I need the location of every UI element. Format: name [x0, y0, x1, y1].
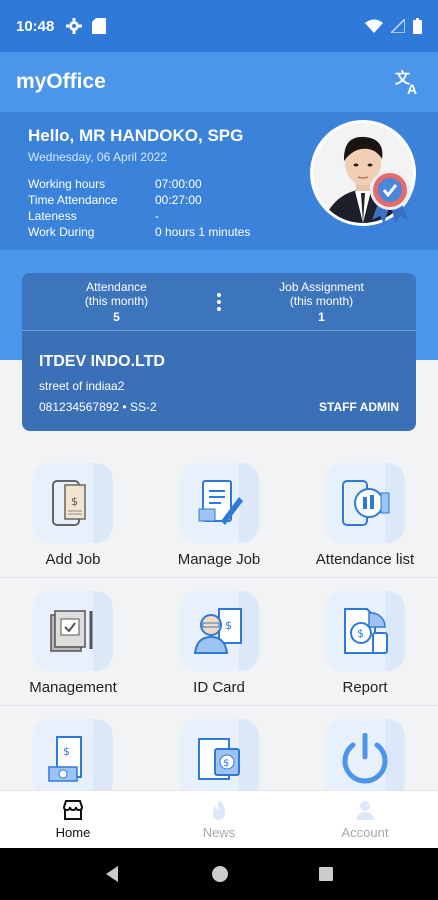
back-icon[interactable] — [104, 865, 122, 883]
svg-text:$: $ — [223, 758, 229, 769]
menu-label: Manage Job — [177, 551, 261, 568]
menu-label: ID Card — [193, 679, 245, 696]
recents-icon[interactable] — [318, 866, 334, 882]
salary-icon: $ — [179, 719, 259, 799]
svg-text:$: $ — [63, 745, 70, 758]
nav-label: Account — [341, 825, 389, 840]
nav-account[interactable]: Account — [292, 791, 438, 848]
more-vert-icon[interactable] — [211, 292, 227, 311]
manage-job-icon — [179, 463, 259, 543]
menu-attendance-list[interactable]: Attendance list — [292, 450, 438, 577]
company-address: street of indiaa2 — [39, 379, 125, 393]
menu-label: Management — [29, 679, 117, 696]
id-card-icon: $ — [179, 591, 259, 671]
menu-report[interactable]: $ Report — [292, 578, 438, 705]
company-card[interactable]: Attendance (this month) 5 Job Assignment… — [22, 273, 416, 431]
info-label: Time Attendance — [28, 193, 118, 207]
person-icon — [356, 801, 374, 820]
info-working-hours: Working hours 07:00:00 — [28, 177, 202, 191]
menu-row: Management $ ID Card $ Report — [0, 578, 438, 706]
info-work-during: Work During 0 hours 1 minutes — [28, 225, 250, 239]
job-count: 1 — [318, 309, 325, 324]
menu-grid: $ Add Job Manage Job Attendance list Man… — [0, 450, 438, 834]
app-title: myOffice — [16, 70, 106, 93]
verified-badge-icon — [370, 170, 410, 224]
nav-news[interactable]: News — [146, 791, 292, 848]
attendance-stat[interactable]: Attendance (this month) 5 — [22, 280, 211, 324]
payslip-icon: $ — [33, 719, 113, 799]
menu-management[interactable]: Management — [0, 578, 146, 705]
svg-text:A: A — [407, 81, 417, 96]
battery-icon — [413, 18, 422, 34]
settings-icon — [66, 18, 83, 34]
info-value: 00:27:00 — [155, 193, 202, 207]
add-job-icon: $ — [33, 463, 113, 543]
menu-add-job[interactable]: $ Add Job — [0, 450, 146, 577]
attendance-label: Attendance — [86, 279, 147, 294]
menu-manage-job[interactable]: Manage Job — [146, 450, 292, 577]
greeting-text: Hello, MR HANDOKO, SPG — [28, 126, 244, 145]
company-phone: 081234567892 • SS-2 — [39, 400, 157, 414]
info-value: 07:00:00 — [155, 177, 202, 191]
nav-label: Home — [55, 825, 91, 840]
nav-label: News — [202, 825, 236, 840]
info-value: - — [155, 209, 159, 223]
svg-text:$: $ — [357, 627, 364, 640]
user-role: STAFF ADMIN — [319, 400, 399, 414]
menu-row: $ Add Job Manage Job Attendance list — [0, 450, 438, 578]
job-label: Job Assignment — [279, 279, 364, 294]
system-navigation — [0, 848, 438, 900]
info-lateness: Lateness - — [28, 209, 159, 223]
menu-id-card[interactable]: $ ID Card — [146, 578, 292, 705]
attendance-list-icon — [325, 463, 405, 543]
menu-label: Attendance list — [315, 551, 415, 568]
sd-card-icon — [92, 18, 107, 34]
menu-label: Report — [342, 679, 388, 696]
translate-icon[interactable]: 文 A — [394, 68, 422, 96]
management-icon — [33, 591, 113, 671]
info-label: Lateness — [28, 209, 77, 223]
job-assignment-stat[interactable]: Job Assignment (this month) 1 — [227, 280, 416, 324]
wifi-icon — [365, 19, 383, 33]
info-value: 0 hours 1 minutes — [155, 225, 251, 239]
attendance-sublabel: (this month) — [84, 293, 149, 308]
store-icon — [62, 800, 84, 820]
bottom-navigation: Home News Account — [0, 790, 438, 848]
attendance-count: 5 — [113, 309, 120, 324]
info-time-attendance: Time Attendance 00:27:00 — [28, 193, 202, 207]
svg-text:$: $ — [71, 495, 78, 508]
fire-icon — [213, 800, 226, 820]
current-date: Wednesday, 06 April 2022 — [28, 150, 167, 164]
info-label: Work During — [28, 225, 95, 239]
home-icon[interactable] — [211, 865, 229, 883]
nav-home[interactable]: Home — [0, 791, 146, 848]
power-icon — [325, 719, 405, 799]
status-time: 10:48 — [16, 17, 55, 35]
app-bar: myOffice 文 A — [0, 52, 438, 112]
signal-icon — [391, 19, 405, 33]
monthly-stats: Attendance (this month) 5 Job Assignment… — [22, 273, 416, 331]
job-sublabel: (this month) — [289, 293, 354, 308]
svg-text:$: $ — [225, 619, 232, 632]
menu-label: Add Job — [45, 551, 101, 568]
profile-panel: Hello, MR HANDOKO, SPG Wednesday, 06 Apr… — [0, 112, 438, 250]
report-icon: $ — [325, 591, 405, 671]
status-bar: 10:48 — [0, 0, 438, 52]
info-label: Working hours — [28, 177, 106, 191]
company-name: ITDEV INDO.LTD — [39, 353, 165, 370]
